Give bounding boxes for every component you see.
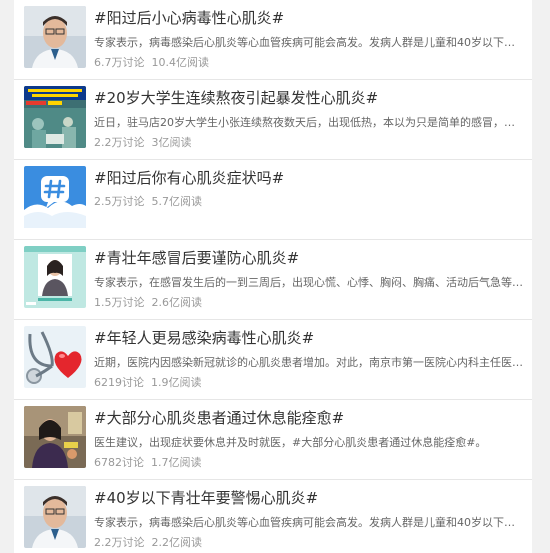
- topic-description: 专家表示，在感冒发生后的一到三周后，出现心慌、心悸、胸闷、胸痛、活动后气急等情况…: [94, 276, 524, 289]
- list-item[interactable]: #阳过后你有心肌炎症状吗# 2.5万讨论 5.7亿阅读: [14, 160, 532, 240]
- topic-title[interactable]: #青壮年感冒后要谨防心肌炎#: [94, 247, 524, 268]
- topic-stats: 2.2万讨论 3亿阅读: [94, 134, 194, 150]
- read-count: 1.9亿阅读: [151, 376, 202, 389]
- discussion-count: 6.7万讨论: [94, 56, 145, 69]
- list-item[interactable]: #大部分心肌炎患者通过休息能痊愈# 医生建议，出现症状要休息并及时就医，#大部分…: [14, 400, 532, 480]
- topic-stats: 2.5万讨论 5.7亿阅读: [94, 193, 204, 209]
- topic-title[interactable]: #阳过后你有心肌炎症状吗#: [94, 167, 524, 188]
- read-count: 1.7亿阅读: [151, 456, 202, 469]
- topic-stats: 6219讨论 1.9亿阅读: [94, 374, 204, 390]
- list-item[interactable]: #20岁大学生连续熬夜引起暴发性心肌炎# 近日，驻马店20岁大学生小张连续熬夜数…: [14, 80, 532, 160]
- topic-title[interactable]: #年轻人更易感染病毒性心肌炎#: [94, 327, 524, 348]
- list-item[interactable]: #40岁以下青壮年要警惕心肌炎# 专家表示，病毒感染后心肌炎等心血管疾病可能会高…: [14, 480, 532, 553]
- topic-title[interactable]: #阳过后小心病毒性心肌炎#: [94, 7, 524, 28]
- topic-stats: 6782讨论 1.7亿阅读: [94, 454, 204, 470]
- list-item[interactable]: #年轻人更易感染病毒性心肌炎# 近期，医院内因感染新冠就诊的心肌炎患者增加。对此…: [14, 320, 532, 400]
- thumbnail-image[interactable]: [24, 86, 86, 148]
- read-count: 3亿阅读: [151, 136, 192, 149]
- topic-stats: 2.2万讨论 2.2亿阅读: [94, 534, 204, 550]
- discussion-count: 6782讨论: [94, 456, 144, 469]
- topic-stats: 1.5万讨论 2.6亿阅读: [94, 294, 204, 310]
- thumbnail-image[interactable]: [24, 406, 86, 468]
- topic-hashtag-icon[interactable]: [24, 166, 86, 228]
- discussion-count: 2.2万讨论: [94, 136, 145, 149]
- list-item[interactable]: #阳过后小心病毒性心肌炎# 专家表示，病毒感染后心肌炎等心血管疾病可能会高发。发…: [14, 0, 532, 80]
- discussion-count: 2.5万讨论: [94, 195, 145, 208]
- thumbnail-image[interactable]: [24, 326, 86, 388]
- read-count: 5.7亿阅读: [151, 195, 203, 208]
- topic-title[interactable]: #大部分心肌炎患者通过休息能痊愈#: [94, 407, 524, 428]
- discussion-count: 1.5万讨论: [94, 296, 145, 309]
- thumbnail-image[interactable]: [24, 246, 86, 308]
- topic-title[interactable]: #20岁大学生连续熬夜引起暴发性心肌炎#: [94, 87, 524, 108]
- topic-description: 近期，医院内因感染新冠就诊的心肌炎患者增加。对此，南京市第一医院心内科主任医师张…: [94, 356, 524, 369]
- read-count: 2.6亿阅读: [151, 296, 203, 309]
- discussion-count: 2.2万讨论: [94, 536, 145, 549]
- topic-description: 近日，驻马店20岁大学生小张连续熬夜数天后，出现低热，本以为只是简单的感冒，没想…: [94, 116, 524, 129]
- thumbnail-image[interactable]: [24, 6, 86, 68]
- topic-title[interactable]: #40岁以下青壮年要警惕心肌炎#: [94, 487, 524, 508]
- thumbnail-image[interactable]: [24, 486, 86, 548]
- read-count: 2.2亿阅读: [151, 536, 203, 549]
- topic-description: 专家表示，病毒感染后心肌炎等心血管疾病可能会高发。发病人群是儿童和40岁以下中青…: [94, 36, 524, 49]
- read-count: 10.4亿阅读: [151, 56, 210, 69]
- topic-stats: 6.7万讨论 10.4亿阅读: [94, 54, 211, 70]
- topic-description: 医生建议，出现症状要休息并及时就医，#大部分心肌炎患者通过休息能痊愈#。: [94, 436, 487, 449]
- list-item[interactable]: #青壮年感冒后要谨防心肌炎# 专家表示，在感冒发生后的一到三周后，出现心慌、心悸…: [14, 240, 532, 320]
- discussion-count: 6219讨论: [94, 376, 144, 389]
- topic-list: #阳过后小心病毒性心肌炎# 专家表示，病毒感染后心肌炎等心血管疾病可能会高发。发…: [14, 0, 532, 553]
- topic-description: 专家表示，病毒感染后心肌炎等心血管疾病可能会高发。发病人群是儿童和40岁以下中青…: [94, 516, 524, 529]
